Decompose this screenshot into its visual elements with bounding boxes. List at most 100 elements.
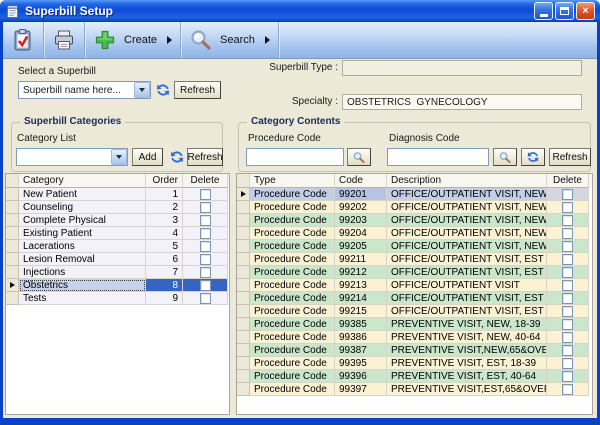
- delete-checkbox[interactable]: [200, 280, 211, 291]
- create-button-label: Create: [124, 34, 157, 46]
- delete-checkbox[interactable]: [562, 280, 573, 291]
- category-list-combo[interactable]: [16, 148, 128, 166]
- superbill-setup-window: Superbill Setup × Create Search: [0, 0, 600, 425]
- table-row[interactable]: Tests9: [6, 292, 229, 305]
- table-row[interactable]: Procedure Code99385PREVENTIVE VISIT, NEW…: [237, 318, 592, 331]
- table-row[interactable]: Procedure Code99202OFFICE/OUTPATIENT VIS…: [237, 201, 592, 214]
- chevron-down-icon[interactable]: [111, 149, 127, 165]
- code-cell: 99205: [335, 240, 387, 253]
- delete-checkbox[interactable]: [200, 215, 211, 226]
- code-cell: 99203: [335, 214, 387, 227]
- delete-checkbox[interactable]: [200, 241, 211, 252]
- table-row[interactable]: Procedure Code99204OFFICE/OUTPATIENT VIS…: [237, 227, 592, 240]
- order-cell: 5: [146, 240, 183, 253]
- type-cell: Procedure Code: [250, 214, 335, 227]
- table-row[interactable]: Procedure Code99396PREVENTIVE VISIT, EST…: [237, 370, 592, 383]
- column-header-code[interactable]: Code: [335, 174, 387, 188]
- delete-checkbox[interactable]: [562, 241, 573, 252]
- row-selector: [6, 279, 19, 292]
- superbill-combo[interactable]: Superbill name here...: [18, 81, 151, 99]
- table-row[interactable]: Obstetrics8: [6, 279, 229, 292]
- table-row[interactable]: Procedure Code99395PREVENTIVE VISIT, EST…: [237, 357, 592, 370]
- table-row[interactable]: Procedure Code99211OFFICE/OUTPATIENT VIS…: [237, 253, 592, 266]
- table-row[interactable]: Lesion Removal6: [6, 253, 229, 266]
- column-header-category[interactable]: Category: [19, 174, 146, 188]
- select-superbill-label: Select a Superbill: [18, 66, 96, 77]
- row-selector: [6, 214, 19, 227]
- delete-checkbox[interactable]: [200, 254, 211, 265]
- delete-checkbox[interactable]: [562, 384, 573, 395]
- search-button[interactable]: Search: [181, 22, 279, 58]
- superbill-type-field[interactable]: [342, 60, 582, 76]
- table-row[interactable]: New Patient1: [6, 188, 229, 201]
- delete-checkbox[interactable]: [562, 267, 573, 278]
- save-button[interactable]: [3, 22, 44, 58]
- table-row[interactable]: Lacerations5: [6, 240, 229, 253]
- table-row[interactable]: Procedure Code99214OFFICE/OUTPATIENT VIS…: [237, 292, 592, 305]
- search-menu-arrow-icon[interactable]: [265, 36, 270, 44]
- column-header-order[interactable]: Order: [146, 174, 183, 188]
- delete-checkbox[interactable]: [562, 332, 573, 343]
- column-header-type[interactable]: Type: [250, 174, 335, 188]
- delete-checkbox[interactable]: [200, 228, 211, 239]
- table-row[interactable]: Counseling2: [6, 201, 229, 214]
- superbill-refresh-button[interactable]: Refresh: [174, 81, 221, 99]
- table-row[interactable]: Existing Patient4: [6, 227, 229, 240]
- delete-checkbox[interactable]: [562, 358, 573, 369]
- table-row[interactable]: Procedure Code99205OFFICE/OUTPATIENT VIS…: [237, 240, 592, 253]
- delete-checkbox[interactable]: [200, 267, 211, 278]
- delete-checkbox[interactable]: [200, 202, 211, 213]
- categories-refresh-button[interactable]: Refresh: [187, 148, 223, 166]
- delete-checkbox[interactable]: [200, 189, 211, 200]
- diagnosis-code-input[interactable]: [387, 148, 489, 166]
- diagnosis-code-search-button[interactable]: [493, 148, 517, 166]
- table-row[interactable]: Injections7: [6, 266, 229, 279]
- delete-checkbox[interactable]: [562, 306, 573, 317]
- table-row[interactable]: Complete Physical3: [6, 214, 229, 227]
- table-row[interactable]: Procedure Code99387PREVENTIVE VISIT,NEW,…: [237, 344, 592, 357]
- delete-checkbox[interactable]: [562, 189, 573, 200]
- procedure-code-input[interactable]: [246, 148, 344, 166]
- delete-checkbox[interactable]: [562, 215, 573, 226]
- delete-checkbox[interactable]: [562, 371, 573, 382]
- refresh-button-label: Refresh: [188, 152, 223, 163]
- minimize-button[interactable]: [534, 2, 553, 20]
- specialty-field[interactable]: [342, 94, 582, 110]
- create-menu-arrow-icon[interactable]: [167, 36, 172, 44]
- table-row[interactable]: Procedure Code99397PREVENTIVE VISIT,EST,…: [237, 383, 592, 396]
- maximize-button[interactable]: [555, 2, 574, 20]
- procedure-code-search-button[interactable]: [347, 148, 371, 166]
- delete-checkbox[interactable]: [562, 254, 573, 265]
- chevron-down-icon[interactable]: [134, 82, 150, 98]
- delete-checkbox[interactable]: [562, 228, 573, 239]
- contents-refresh-icon-button[interactable]: [521, 148, 545, 166]
- contents-table-header: Type Code Description Delete: [237, 174, 592, 188]
- row-selector: [237, 292, 250, 305]
- type-cell: Procedure Code: [250, 318, 335, 331]
- type-cell: Procedure Code: [250, 240, 335, 253]
- titlebar[interactable]: Superbill Setup ×: [0, 0, 600, 22]
- table-row[interactable]: Procedure Code99386PREVENTIVE VISIT, NEW…: [237, 331, 592, 344]
- delete-checkbox[interactable]: [562, 319, 573, 330]
- table-row[interactable]: Procedure Code99215OFFICE/OUTPATIENT VIS…: [237, 305, 592, 318]
- delete-checkbox[interactable]: [200, 293, 211, 304]
- delete-cell: [547, 331, 589, 344]
- column-header-description[interactable]: Description: [387, 174, 547, 188]
- code-cell: 99215: [335, 305, 387, 318]
- contents-refresh-button[interactable]: Refresh: [549, 148, 591, 166]
- table-row[interactable]: Procedure Code99212OFFICE/OUTPATIENT VIS…: [237, 266, 592, 279]
- delete-checkbox[interactable]: [562, 202, 573, 213]
- column-header-delete[interactable]: Delete: [183, 174, 228, 188]
- delete-checkbox[interactable]: [562, 345, 573, 356]
- print-button[interactable]: [44, 22, 85, 58]
- description-cell: PREVENTIVE VISIT,EST,65&OVER: [387, 383, 547, 396]
- create-button[interactable]: Create: [85, 22, 181, 58]
- table-row[interactable]: Procedure Code99213OFFICE/OUTPATIENT VIS…: [237, 279, 592, 292]
- delete-checkbox[interactable]: [562, 293, 573, 304]
- window-content: Create Search Select a Superbill Superbi…: [3, 22, 597, 418]
- add-category-button[interactable]: Add: [132, 148, 163, 166]
- table-row[interactable]: Procedure Code99201OFFICE/OUTPATIENT VIS…: [237, 188, 592, 201]
- close-button[interactable]: ×: [576, 2, 595, 20]
- column-header-delete[interactable]: Delete: [547, 174, 589, 188]
- table-row[interactable]: Procedure Code99203OFFICE/OUTPATIENT VIS…: [237, 214, 592, 227]
